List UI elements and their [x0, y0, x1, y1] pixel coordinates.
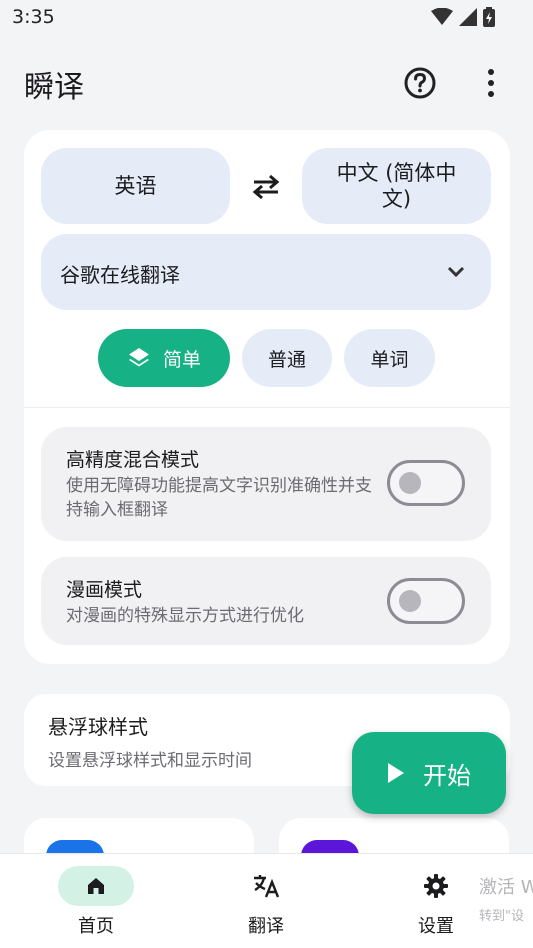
engine-label: 谷歌在线翻译 — [60, 263, 180, 287]
home-icon — [88, 878, 104, 894]
mode-chip-normal[interactable]: 普通 — [242, 329, 332, 387]
watermark-line: 激活 W — [479, 877, 533, 898]
mode-chip-label: 简单 — [162, 348, 201, 371]
gear-icon — [424, 874, 448, 898]
status-bar: 3:35 — [0, 0, 533, 36]
help-icon — [404, 67, 436, 99]
nav-label: 设置 — [418, 916, 454, 937]
manga-mode-setting[interactable]: 漫画模式 对漫画的特殊显示方式进行优化 — [41, 557, 491, 645]
swap-languages-button[interactable] — [251, 173, 281, 201]
chevron-down-icon — [447, 266, 465, 278]
wifi-icon — [431, 8, 453, 25]
engine-select[interactable]: 谷歌在线翻译 — [41, 234, 491, 310]
nav-icon-container — [398, 866, 474, 906]
more-options-button[interactable] — [478, 66, 504, 100]
app-title: 瞬译 — [24, 70, 84, 105]
layers-icon — [128, 348, 149, 367]
nav-label: 首页 — [78, 916, 114, 937]
setting-description: 使用无障碍功能提高文字识别准确性并支持输入框翻译 — [66, 476, 372, 520]
high-precision-toggle[interactable] — [387, 460, 465, 506]
status-icons — [431, 7, 495, 27]
high-precision-setting[interactable]: 高精度混合模式 使用无障碍功能提高文字识别准确性并支持输入框翻译 — [41, 427, 491, 541]
floating-ball-description: 设置悬浮球样式和显示时间 — [48, 751, 252, 771]
start-label: 开始 — [423, 761, 471, 790]
toggle-knob — [399, 472, 421, 494]
watermark-line: 转到"设 — [479, 909, 524, 924]
swap-icon — [252, 174, 280, 200]
start-button[interactable]: 开始 — [352, 732, 506, 814]
nav-item-translate[interactable]: 翻译 — [216, 866, 316, 942]
mode-chip-word[interactable]: 单词 — [344, 329, 435, 387]
help-button[interactable] — [403, 66, 437, 100]
floating-ball-title: 悬浮球样式 — [48, 715, 148, 739]
play-icon — [388, 763, 404, 783]
target-language-button[interactable]: 中文 (简体中文) — [302, 148, 491, 224]
toggle-knob — [399, 590, 421, 612]
nav-label: 翻译 — [248, 916, 284, 937]
setting-title: 高精度混合模式 — [66, 449, 200, 471]
nav-item-home[interactable]: 首页 — [46, 866, 146, 942]
more-vert-icon — [488, 69, 494, 97]
translation-config-card: 英语 中文 (简体中文) 谷歌在线翻译 简单 普通 单词 高精度混合模式 使用无… — [24, 130, 510, 664]
mode-chip-simple[interactable]: 简单 — [98, 329, 230, 387]
status-time: 3:35 — [12, 6, 55, 28]
setting-description: 对漫画的特殊显示方式进行优化 — [66, 606, 304, 626]
battery-icon — [483, 7, 495, 27]
manga-mode-toggle[interactable] — [387, 578, 465, 624]
nav-item-settings[interactable]: 设置 — [386, 866, 486, 942]
bottom-navigation: 首页 翻译 设置 — [0, 853, 533, 948]
divider — [24, 407, 510, 408]
setting-title: 漫画模式 — [66, 579, 143, 601]
activation-watermark: 激活 W 转到"设 — [479, 873, 533, 924]
translate-icon — [254, 875, 280, 898]
signal-icon — [459, 8, 477, 26]
nav-icon-container — [228, 866, 304, 906]
nav-active-indicator — [58, 866, 134, 906]
source-language-button[interactable]: 英语 — [41, 148, 230, 224]
